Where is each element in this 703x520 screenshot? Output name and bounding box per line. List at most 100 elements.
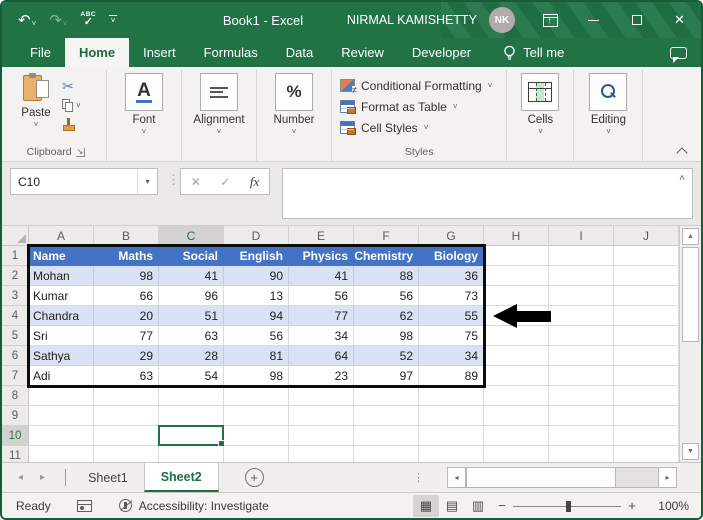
cell-C2[interactable]: 41 [159,266,224,286]
cell-A4[interactable]: Chandra [29,306,94,326]
cell-J8[interactable] [614,386,679,406]
column-header-H[interactable]: H [484,226,549,246]
cell-I9[interactable] [549,406,614,426]
macro-record-icon[interactable] [76,499,92,512]
cell-J5[interactable] [614,326,679,346]
cell-E5[interactable]: 34 [289,326,354,346]
cell-G10[interactable] [419,426,484,446]
close-button[interactable]: ✕ [658,2,701,38]
cell-J1[interactable] [614,246,679,266]
cell-G7[interactable]: 89 [419,366,484,386]
cell-J7[interactable] [614,366,679,386]
cell-I2[interactable] [549,266,614,286]
row-header-2[interactable]: 2 [2,266,29,286]
cell-H8[interactable] [484,386,549,406]
horizontal-scroll-track[interactable] [466,467,658,488]
column-header-C[interactable]: C [159,226,224,246]
column-header-G[interactable]: G [419,226,484,246]
column-header-D[interactable]: D [224,226,289,246]
paste-button[interactable]: Paste ˅ [14,73,58,145]
cell-C8[interactable] [159,386,224,406]
row-header-11[interactable]: 11 [2,446,29,462]
cell-E4[interactable]: 77 [289,306,354,326]
horizontal-scrollbar[interactable]: ◂ ▸ [447,467,677,488]
cell-D3[interactable]: 13 [224,286,289,306]
cell-I10[interactable] [549,426,614,446]
zoom-slider[interactable] [513,499,621,513]
cell-D6[interactable]: 81 [224,346,289,366]
cell-E7[interactable]: 23 [289,366,354,386]
cell-B7[interactable]: 63 [94,366,159,386]
insert-function-icon[interactable]: fx [250,174,259,190]
scroll-right-icon[interactable]: ▸ [658,467,677,488]
vertical-scroll-thumb[interactable] [682,247,699,342]
cell-F5[interactable]: 98 [354,326,419,346]
undo-button[interactable]: ↶ ˅ [18,13,36,28]
undo-dropdown-icon[interactable]: ˅ [32,19,37,28]
cell-G3[interactable]: 73 [419,286,484,306]
cell-F3[interactable]: 56 [354,286,419,306]
sheet-nav-left-icon[interactable]: ◂ [18,472,23,483]
row-header-10[interactable]: 10 [2,426,29,446]
ribbon-tab-review[interactable]: Review [327,38,398,67]
cell-G11[interactable] [419,446,484,462]
user-name[interactable]: NIRMAL KAMISHETTY [347,13,477,27]
scroll-up-icon[interactable]: ▲ [682,228,699,245]
zoom-in-button[interactable]: + [621,498,643,513]
cell-A9[interactable] [29,406,94,426]
page-break-view-button[interactable]: ▥ [465,495,491,517]
ribbon-tab-developer[interactable]: Developer [398,38,485,67]
customize-quick-access-button[interactable]: ˅ [109,15,118,25]
cell-G4[interactable]: 55 [419,306,484,326]
column-header-I[interactable]: I [549,226,614,246]
cell-G6[interactable]: 34 [419,346,484,366]
cells-group-button[interactable]: Cells ˅ [515,73,565,145]
cell-I7[interactable] [549,366,614,386]
cell-B4[interactable]: 20 [94,306,159,326]
copy-button[interactable]: ˅ [62,97,98,113]
cell-A6[interactable]: Sathya [29,346,94,366]
cell-B2[interactable]: 98 [94,266,159,286]
cell-I11[interactable] [549,446,614,462]
paste-dropdown-icon[interactable]: ˅ [34,120,39,129]
cell-E6[interactable]: 64 [289,346,354,366]
cell-J4[interactable] [614,306,679,326]
cell-C1[interactable]: Social [159,246,224,266]
minimize-button[interactable] [572,2,615,38]
copy-dropdown-icon[interactable]: ˅ [76,101,81,110]
number-group-button[interactable]: % Number ˅ [265,73,323,145]
comment-icon[interactable] [670,46,687,63]
formula-input[interactable]: ˄ [282,168,693,219]
spelling-button[interactable]: ABC ✓ [81,11,97,29]
zoom-out-button[interactable]: − [491,498,513,513]
cell-H9[interactable] [484,406,549,426]
cell-C4[interactable]: 51 [159,306,224,326]
cell-J6[interactable] [614,346,679,366]
row-header-6[interactable]: 6 [2,346,29,366]
vertical-scrollbar[interactable]: ▲ ▼ [679,226,701,462]
cell-E9[interactable] [289,406,354,426]
row-header-7[interactable]: 7 [2,366,29,386]
cell-I8[interactable] [549,386,614,406]
cell-D5[interactable]: 56 [224,326,289,346]
ribbon-tab-file[interactable]: File [16,38,65,67]
cell-G8[interactable] [419,386,484,406]
cell-E11[interactable] [289,446,354,462]
cell-E8[interactable] [289,386,354,406]
cell-A8[interactable] [29,386,94,406]
row-header-8[interactable]: 8 [2,386,29,406]
scroll-left-icon[interactable]: ◂ [447,467,466,488]
cell-I4[interactable] [549,306,614,326]
normal-view-button[interactable]: ▦ [413,494,439,517]
cell-D1[interactable]: English [224,246,289,266]
column-header-F[interactable]: F [354,226,419,246]
cell-D7[interactable]: 98 [224,366,289,386]
cell-B3[interactable]: 66 [94,286,159,306]
cell-D9[interactable] [224,406,289,426]
tell-me-box[interactable]: Tell me [503,38,564,67]
cell-A7[interactable]: Adi [29,366,94,386]
cell-G5[interactable]: 75 [419,326,484,346]
name-box[interactable]: C10 ▾ [10,168,158,195]
cell-I6[interactable] [549,346,614,366]
column-header-J[interactable]: J [614,226,679,246]
